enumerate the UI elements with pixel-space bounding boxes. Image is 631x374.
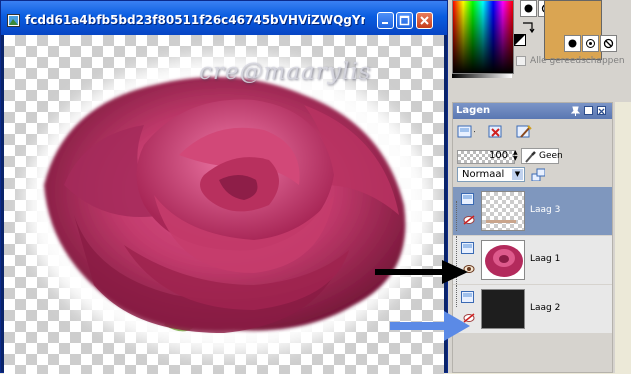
solid-circle-icon	[568, 39, 577, 48]
new-layer-icon[interactable]	[457, 123, 475, 141]
rose-image	[24, 55, 434, 355]
tree-connector	[456, 201, 458, 231]
layers-title-bar[interactable]: Lagen	[453, 103, 612, 119]
grayscale-bar[interactable]	[452, 74, 512, 78]
foreground-solid-button[interactable]	[520, 0, 537, 17]
opacity-value[interactable]: 100	[489, 150, 508, 161]
maximize-icon	[399, 15, 410, 26]
layer-thumbnail	[481, 289, 525, 329]
blend-mode-select[interactable]: Normaal ▼	[457, 167, 525, 182]
window-title: fcdd61a4bfb5bd23f80511f26c46745bVHViZWQg…	[25, 13, 365, 27]
lock-link-icon[interactable]	[531, 168, 545, 181]
pin-icon[interactable]	[571, 106, 580, 116]
all-tools-label: Alle gereedschappen	[530, 56, 625, 66]
text-layer-thumb	[486, 220, 516, 223]
background-solid-button[interactable]	[564, 35, 581, 52]
chevron-down-icon: ▼	[512, 169, 523, 180]
minimize-icon	[382, 22, 388, 24]
layer-name: Laag 1	[530, 254, 561, 264]
layers-panel: Lagen 100 ▲ ▼ Geen Normaal ▼ Laag 3 Laag…	[452, 102, 613, 373]
layers-title: Lagen	[456, 105, 491, 116]
image-window: fcdd61a4bfb5bd23f80511f26c46745bVHViZWQg…	[0, 0, 448, 374]
visibility-hidden-icon[interactable]	[463, 215, 475, 225]
raster-layer-icon	[461, 193, 474, 205]
close-button[interactable]	[416, 12, 433, 29]
layer-row-laag-2[interactable]: Laag 2	[453, 285, 612, 333]
close-icon	[420, 16, 429, 25]
minimize-button[interactable]	[377, 12, 394, 29]
background-pattern-button[interactable]	[582, 35, 599, 52]
opacity-spinner[interactable]: ▲ ▼	[513, 150, 520, 162]
layer-row-laag-3[interactable]: Laag 3	[453, 187, 612, 235]
dock-panel: Alle gereedschappen Lagen 100 ▲ ▼ Geen N…	[448, 0, 631, 373]
title-bar[interactable]: fcdd61a4bfb5bd23f80511f26c46745bVHViZWQg…	[1, 1, 447, 35]
image-canvas[interactable]: cre@maarylis	[4, 35, 444, 374]
watermark-text: cre@maarylis	[199, 59, 372, 85]
mask-mode-button[interactable]: Geen	[521, 148, 563, 164]
blend-row: Normaal ▼	[453, 167, 612, 183]
dot-circle-icon	[586, 39, 595, 48]
panel-close-button[interactable]	[597, 106, 606, 115]
raster-layer-icon	[461, 242, 474, 254]
swap-colors-icon[interactable]	[520, 20, 536, 34]
blue-arrow-icon	[390, 311, 470, 341]
dock-scrollbar[interactable]	[615, 102, 631, 373]
default-colors-icon[interactable]	[514, 34, 526, 46]
mask-mode-label: Geen	[539, 151, 563, 161]
raster-layer-icon	[461, 291, 474, 303]
black-arrow-icon	[375, 260, 468, 284]
layer-name: Laag 3	[530, 205, 561, 215]
rose-thumb	[485, 245, 523, 277]
opacity-row: 100 ▲ ▼ Geen	[453, 147, 612, 165]
maximize-button[interactable]	[396, 12, 413, 29]
close-icon	[598, 108, 605, 115]
layer-thumbnail	[481, 191, 525, 231]
solid-circle-icon	[524, 4, 533, 13]
layer-thumbnail	[481, 240, 525, 280]
swatch-area: Alle gereedschappen	[514, 0, 631, 100]
tree-connector	[456, 285, 458, 307]
panel-maximize-button[interactable]	[584, 106, 593, 115]
brush-icon	[525, 151, 536, 163]
color-spectrum[interactable]	[452, 0, 514, 74]
layer-row-laag-1[interactable]: Laag 1	[453, 236, 612, 284]
materials-palette: Alle gereedschappen	[448, 0, 631, 100]
delete-layer-icon[interactable]	[487, 123, 505, 141]
layer-name: Laag 2	[530, 303, 561, 313]
layer-properties-icon[interactable]	[515, 123, 533, 141]
all-tools-checkbox[interactable]	[516, 56, 526, 66]
image-document-icon	[7, 14, 20, 27]
blend-mode-value: Normaal	[462, 169, 505, 180]
background-none-button[interactable]	[600, 35, 617, 52]
no-symbol-icon	[603, 38, 614, 49]
